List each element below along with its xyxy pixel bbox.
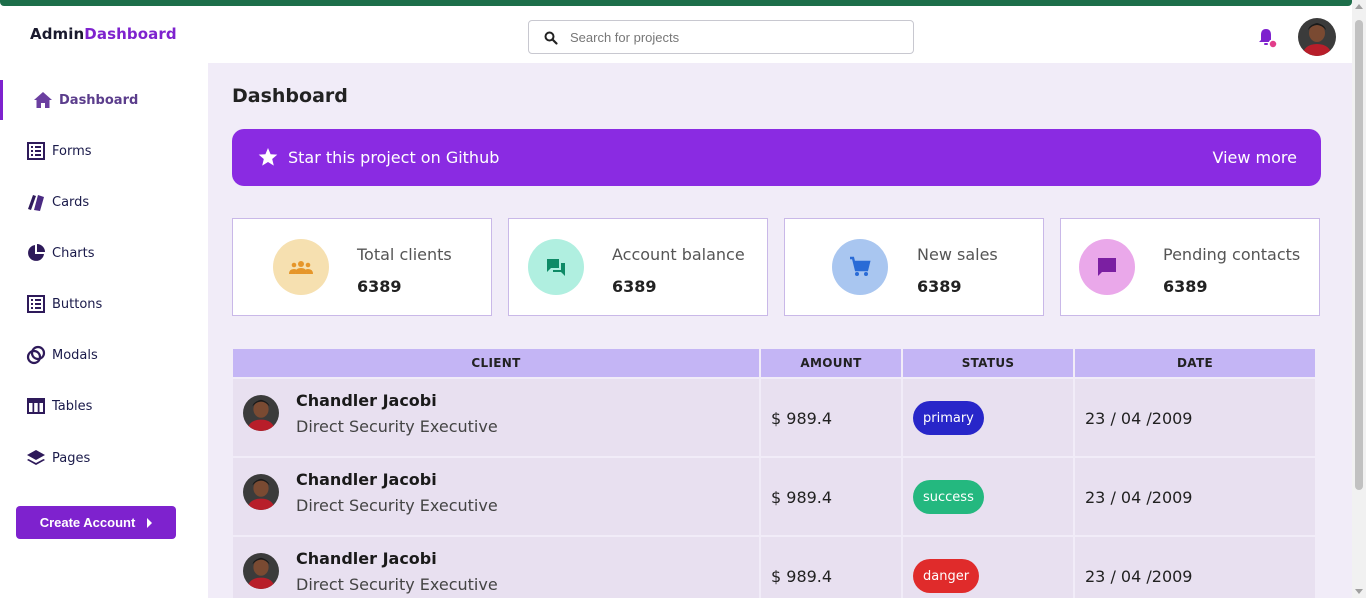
search-icon [544,31,558,45]
cell-status: primary [903,379,1073,456]
pie-chart-icon [28,244,45,261]
cell-date: 23 / 04 /2009 [1075,537,1315,598]
cell-client: Chandler Jacobi Direct Security Executive [233,379,759,456]
table-header: CLIENT AMOUNT STATUS DATE [233,349,1316,377]
client-title: Direct Security Executive [296,496,498,515]
client-name: Chandler Jacobi [296,470,437,489]
column-header-amount[interactable]: AMOUNT [761,349,901,377]
cell-amount: $ 989.4 [761,379,901,456]
status-badge: success [913,480,984,514]
bell-icon[interactable] [1256,27,1278,49]
main-content: Dashboard Star this project on Github Vi… [208,63,1352,598]
search-placeholder: Search for projects [570,30,680,45]
brand-logo[interactable]: AdminDashboard [30,25,177,43]
client-name: Chandler Jacobi [296,391,437,410]
banner-text: Star this project on Github [288,148,500,167]
scroll-up-icon[interactable] [1355,4,1363,9]
status-badge: primary [913,401,984,435]
create-account-button[interactable]: Create Account [16,506,176,539]
cart-icon [832,239,888,295]
stat-cards: Total clients 6389 Account balance 6389 … [232,218,1321,316]
cell-client: Chandler Jacobi Direct Security Executive [233,537,759,598]
stat-card-total-clients: Total clients 6389 [232,218,492,316]
form-list-icon [27,142,45,160]
table-row[interactable]: Chandler Jacobi Direct Security Executive… [233,379,1316,456]
cell-date: 23 / 04 /2009 [1075,458,1315,535]
amount-value: $ 989.4 [771,409,833,428]
client-avatar [243,553,279,589]
stat-card-new-sales: New sales 6389 [784,218,1044,316]
sidebar-item-pages[interactable]: Pages [0,438,208,478]
sidebar: Dashboard Forms Cards Charts Buttons Mod… [0,63,208,598]
column-header-status[interactable]: STATUS [903,349,1073,377]
sidebar-item-forms[interactable]: Forms [0,131,208,171]
stat-card-pending-contacts: Pending contacts 6389 [1060,218,1320,316]
cell-amount: $ 989.4 [761,537,901,598]
sidebar-item-cards[interactable]: Cards [0,182,208,222]
client-name: Chandler Jacobi [296,549,437,568]
client-avatar [243,395,279,431]
home-icon [34,92,52,108]
github-banner[interactable]: Star this project on Github View more [232,129,1321,186]
cards-icon [28,195,44,211]
client-title: Direct Security Executive [296,417,498,436]
search-input[interactable]: Search for projects [528,20,914,54]
scrollbar-thumb[interactable] [1355,20,1363,490]
sidebar-item-dashboard[interactable]: Dashboard [0,80,208,120]
column-header-client[interactable]: CLIENT [233,349,759,377]
cell-status: danger [903,537,1073,598]
client-avatar [243,474,279,510]
button-list-icon [27,295,45,313]
column-header-date[interactable]: DATE [1075,349,1315,377]
cell-amount: $ 989.4 [761,458,901,535]
top-header: AdminDashboard Search for projects [0,8,1352,63]
sidebar-item-tables[interactable]: Tables [0,386,208,426]
amount-value: $ 989.4 [771,567,833,586]
cell-client: Chandler Jacobi Direct Security Executive [233,458,759,535]
status-badge: danger [913,559,980,593]
view-more-link[interactable]: View more [1213,148,1298,167]
sidebar-item-modals[interactable]: Modals [0,335,208,375]
table-row[interactable]: Chandler Jacobi Direct Security Executive… [233,537,1316,598]
group-icon [273,239,329,295]
amount-value: $ 989.4 [771,488,833,507]
modals-icon [26,345,46,365]
date-value: 23 / 04 /2009 [1085,409,1193,428]
star-icon [258,148,278,166]
scroll-down-icon[interactable] [1355,589,1363,594]
browser-top-strip [0,0,1366,8]
table-icon [27,398,45,414]
chat-icon [528,239,584,295]
stat-card-account-balance: Account balance 6389 [508,218,768,316]
cell-date: 23 / 04 /2009 [1075,379,1315,456]
user-avatar[interactable] [1298,18,1336,56]
client-title: Direct Security Executive [296,575,498,594]
layers-icon [27,450,45,465]
message-icon [1079,239,1135,295]
caret-right-icon [147,517,153,528]
sidebar-item-charts[interactable]: Charts [0,233,208,273]
date-value: 23 / 04 /2009 [1085,567,1193,586]
page-scrollbar[interactable] [1352,0,1366,598]
sidebar-item-buttons[interactable]: Buttons [0,284,208,324]
cell-status: success [903,458,1073,535]
page-title: Dashboard [232,85,348,107]
table-row[interactable]: Chandler Jacobi Direct Security Executive… [233,458,1316,535]
date-value: 23 / 04 /2009 [1085,488,1193,507]
